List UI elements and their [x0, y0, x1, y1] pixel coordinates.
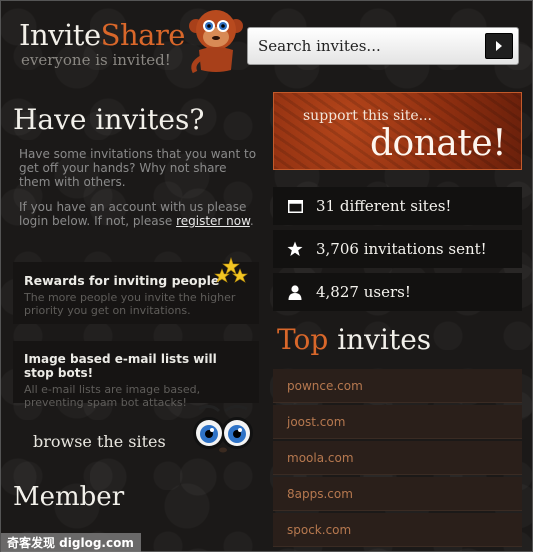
top-heading-rest: invites — [328, 323, 432, 356]
tagline: everyone is invited! — [21, 51, 171, 69]
logo-text-invite: Invite — [19, 18, 101, 52]
donate-subtitle: support this site... — [303, 108, 433, 124]
browse-sites-link[interactable]: browse the sites — [33, 432, 166, 451]
intro-text: Have some invitations that you want to g… — [19, 147, 257, 189]
site-link-joost[interactable]: joost.com — [273, 405, 522, 439]
donate-banner[interactable]: support this site... donate! — [273, 92, 522, 170]
feature-image-emails: Image based e-mail lists will stop bots!… — [13, 341, 259, 409]
site-link-pownce[interactable]: pownce.com — [273, 369, 522, 403]
search-input[interactable] — [258, 36, 480, 56]
star-icon — [287, 241, 303, 257]
donate-title: donate! — [370, 123, 507, 164]
watermark: 奇客发现 diglog.com — [1, 533, 141, 552]
login-prompt-suffix: . — [249, 214, 254, 228]
monkey-mascot-icon — [189, 10, 243, 74]
stat-text: 4,827 users! — [316, 283, 411, 301]
user-icon — [287, 284, 303, 300]
stat-text: 31 different sites! — [316, 197, 452, 215]
stat-invitations: 3,706 invitations sent! — [273, 230, 522, 268]
stat-text: 3,706 invitations sent! — [316, 240, 487, 258]
top-invites-heading: Top invites — [277, 323, 431, 356]
browser-window-icon — [287, 198, 303, 214]
play-arrow-icon — [496, 41, 502, 51]
site-link-moola[interactable]: moola.com — [273, 441, 522, 475]
login-prompt-text: If you have an account with us please lo… — [19, 200, 259, 228]
stars-icon — [214, 257, 248, 283]
search-box — [247, 27, 519, 65]
register-now-link[interactable]: register now — [176, 214, 250, 228]
search-button[interactable] — [485, 33, 513, 59]
stat-sites: 31 different sites! — [273, 187, 522, 225]
feature-title: Image based e-mail lists will stop bots! — [24, 352, 217, 380]
site-link-8apps[interactable]: 8apps.com — [273, 477, 522, 511]
logo[interactable]: InviteShare — [19, 19, 185, 51]
stat-users: 4,827 users! — [273, 273, 522, 311]
site-link-spock[interactable]: spock.com — [273, 513, 522, 547]
logo-text-share: Share — [100, 18, 186, 52]
eyes-mascot-icon — [193, 404, 253, 453]
feature-text: The more people you invite the higher pr… — [24, 291, 236, 317]
top-invites-list: pownce.com joost.com moola.com 8apps.com… — [273, 369, 522, 549]
top-heading-accent: Top — [277, 323, 329, 356]
member-heading: Member — [13, 482, 125, 512]
have-invites-heading: Have invites? — [13, 103, 205, 136]
